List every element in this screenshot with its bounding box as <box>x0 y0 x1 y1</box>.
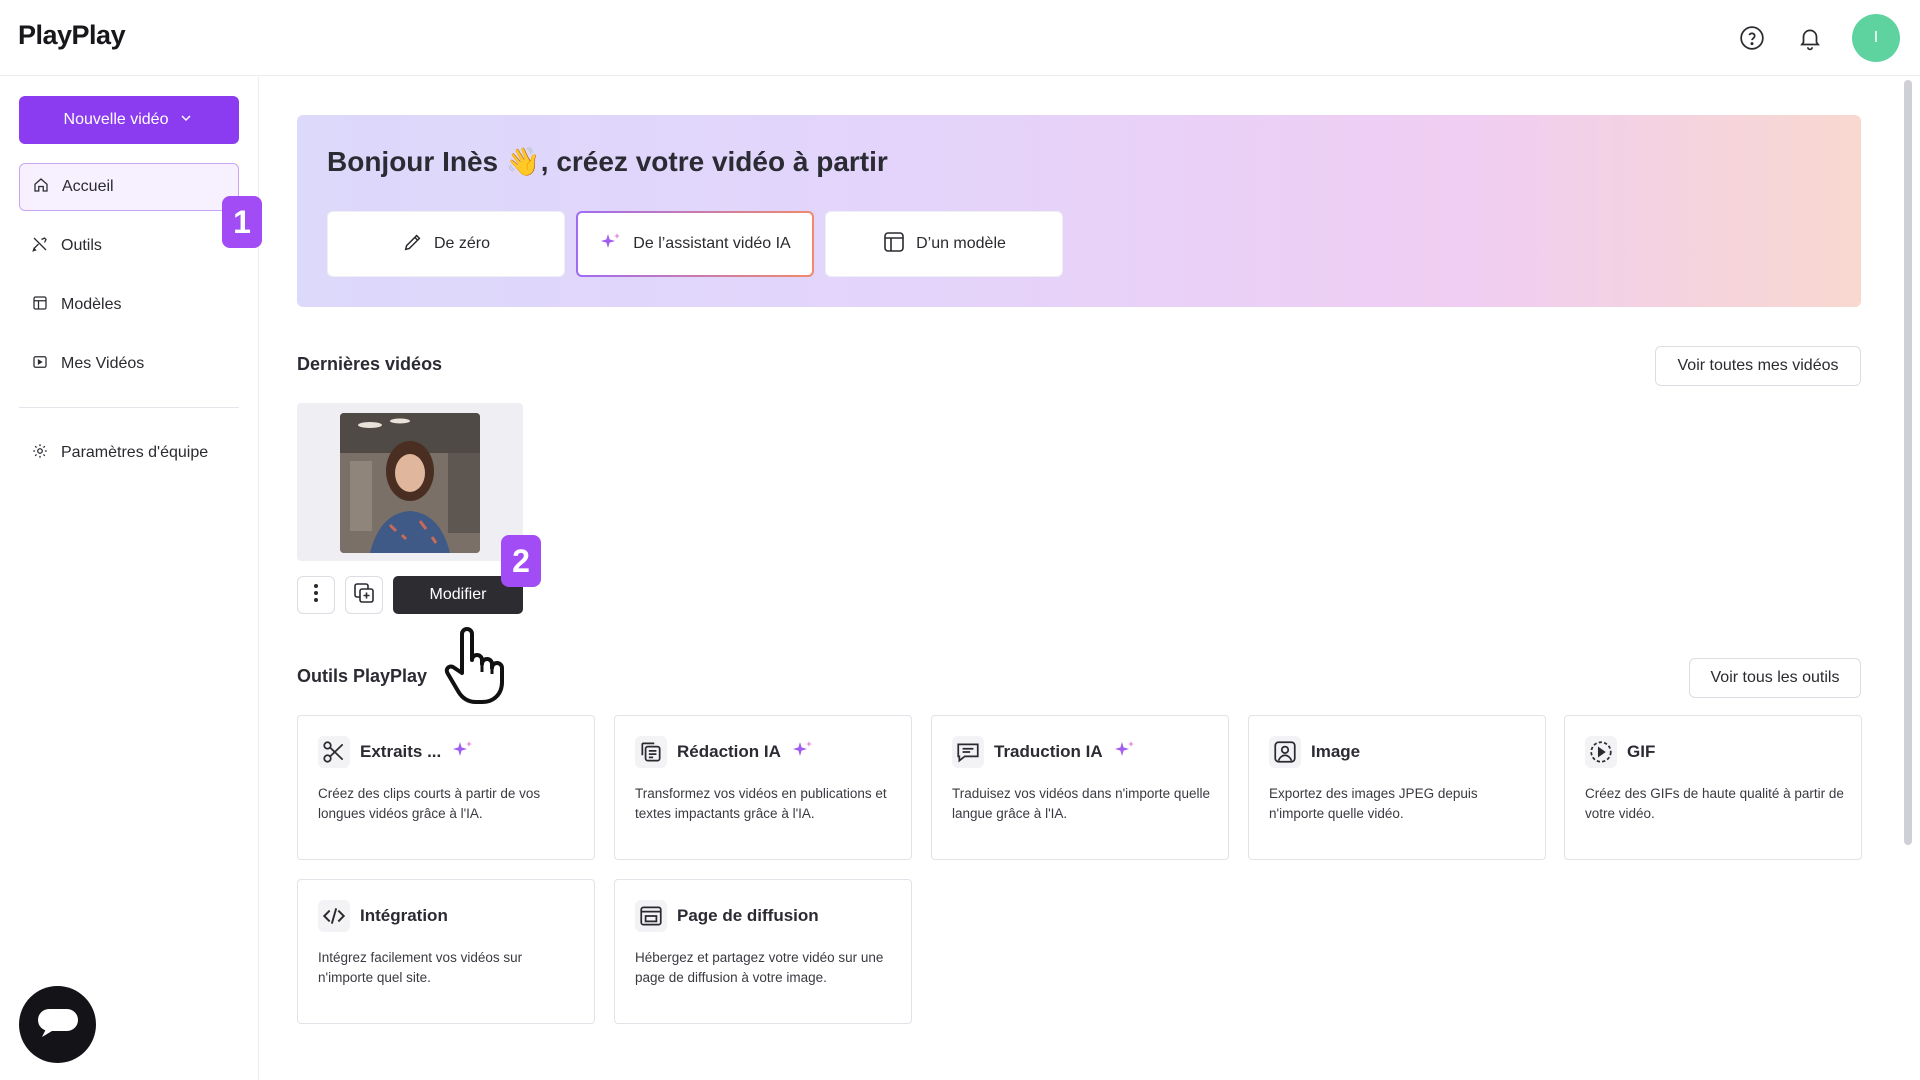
sidebar-item-label: Modèles <box>61 296 122 313</box>
sparkle-icon <box>451 738 475 767</box>
sidebar-divider <box>19 407 239 408</box>
new-video-button[interactable]: Nouvelle vidéo <box>19 96 239 144</box>
tool-name: Extraits ... <box>360 742 442 761</box>
ai-assistant-label: De l’assistant vidéo IA <box>633 235 791 252</box>
sidebar-item-outils[interactable]: Outils <box>19 222 239 270</box>
tool-card-gif[interactable]: GIF Créez des GIFs de haute qualité à pa… <box>1564 715 1862 860</box>
hero-banner: Bonjour Inès 👋, créez votre vidéo à part… <box>297 115 1861 307</box>
sidebar-item-parametres-equipe[interactable]: Paramètres d'équipe <box>19 429 239 477</box>
tool-description: Transformez vos vidéos en publications e… <box>635 786 887 821</box>
tool-card-extraits[interactable]: Extraits ... Créez des clips courts à pa… <box>297 715 595 860</box>
video-card[interactable] <box>297 403 523 561</box>
tool-card-redaction-ia[interactable]: Rédaction IA Transformez vos vidéos en p… <box>614 715 912 860</box>
tool-card-image[interactable]: Image Exportez des images JPEG depuis n'… <box>1248 715 1546 860</box>
kebab-menu-icon <box>313 583 319 608</box>
tool-name: Traduction IA <box>994 742 1103 761</box>
chevron-down-icon <box>178 110 194 131</box>
template-icon <box>31 294 49 317</box>
step-badge-1: 1 <box>222 196 262 248</box>
sidebar-item-label: Paramètres d'équipe <box>61 444 209 461</box>
gear-icon <box>31 442 49 465</box>
scrollbar[interactable] <box>1904 80 1912 845</box>
message-icon <box>952 736 984 768</box>
chat-support-button[interactable] <box>19 986 96 1063</box>
tool-name: Intégration <box>360 906 448 925</box>
hero-title: Bonjour Inès 👋, créez votre vidéo à part… <box>327 146 888 177</box>
pencil-icon <box>402 231 424 258</box>
duplicate-button[interactable] <box>345 576 383 614</box>
tool-description: Créez des GIFs de haute qualité à partir… <box>1585 786 1844 821</box>
from-scratch-label: De zéro <box>433 235 491 252</box>
template-icon <box>882 230 906 259</box>
ai-assistant-button[interactable]: De l’assistant vidéo IA <box>576 211 814 277</box>
sidebar-item-accueil[interactable]: Accueil <box>19 163 239 211</box>
tools-icon <box>31 235 49 258</box>
browser-page-icon <box>635 900 667 932</box>
question-circle-icon[interactable] <box>1734 20 1770 56</box>
gif-play-icon <box>1585 736 1617 768</box>
tool-description: Hébergez et partagez votre vidéo sur une… <box>635 950 884 985</box>
bell-icon[interactable] <box>1792 20 1828 56</box>
sidebar-item-mes-videos[interactable]: Mes Vidéos <box>19 340 239 388</box>
copy-text-icon <box>635 736 667 768</box>
tool-card-traduction-ia[interactable]: Traduction IA Traduisez vos vidéos dans … <box>931 715 1229 860</box>
from-template-label: D’un modèle <box>916 235 1006 252</box>
tool-description: Exportez des images JPEG depuis n'import… <box>1269 786 1478 821</box>
video-icon <box>31 353 49 376</box>
sidebar-item-label: Accueil <box>62 178 114 195</box>
top-bar: PlayPlay I <box>0 0 1920 76</box>
new-video-label: Nouvelle vidéo <box>63 111 169 128</box>
image-icon <box>1269 736 1301 768</box>
tool-description: Intégrez facilement vos vidéos sur n'imp… <box>318 950 523 985</box>
tool-card-integration[interactable]: Intégration Intégrez facilement vos vidé… <box>297 879 595 1024</box>
latest-videos-title: Dernières vidéos <box>297 354 443 374</box>
tool-description: Créez des clips courts à partir de vos l… <box>318 786 541 821</box>
see-all-tools-button[interactable]: Voir tous les outils <box>1689 658 1861 698</box>
tool-name: Rédaction IA <box>677 742 781 761</box>
chat-icon <box>37 1005 78 1044</box>
more-options-button[interactable] <box>297 576 335 614</box>
tool-description: Traduisez vos vidéos dans n'importe quel… <box>952 786 1210 821</box>
sparkle-icon <box>599 230 623 259</box>
tool-card-page-de-diffusion[interactable]: Page de diffusion Hébergez et partagez v… <box>614 879 912 1024</box>
from-scratch-button[interactable]: De zéro <box>327 211 565 277</box>
sidebar: Nouvelle vidéo Accueil Outils Modèles Me… <box>0 77 259 1080</box>
code-icon <box>318 900 350 932</box>
sidebar-item-label: Mes Vidéos <box>61 355 145 372</box>
avatar[interactable]: I <box>1852 14 1900 62</box>
duplicate-icon <box>352 581 376 610</box>
playplay-logo[interactable]: PlayPlay <box>18 20 126 51</box>
sidebar-item-modeles[interactable]: Modèles <box>19 281 239 329</box>
sparkle-icon <box>1113 738 1137 767</box>
home-icon <box>32 176 50 199</box>
tool-name: Image <box>1311 742 1361 761</box>
video-thumbnail[interactable] <box>340 413 480 553</box>
see-all-videos-button[interactable]: Voir toutes mes vidéos <box>1655 346 1861 386</box>
sparkle-icon <box>791 738 815 767</box>
scissors-icon <box>318 736 350 768</box>
tool-name: Page de diffusion <box>677 906 819 925</box>
from-template-button[interactable]: D’un modèle <box>825 211 1063 277</box>
step-badge-2: 2 <box>501 535 541 587</box>
tools-title: Outils PlayPlay <box>297 666 428 686</box>
tool-name: GIF <box>1627 742 1656 761</box>
hand-cursor-icon <box>440 626 510 706</box>
sidebar-item-label: Outils <box>61 237 102 254</box>
